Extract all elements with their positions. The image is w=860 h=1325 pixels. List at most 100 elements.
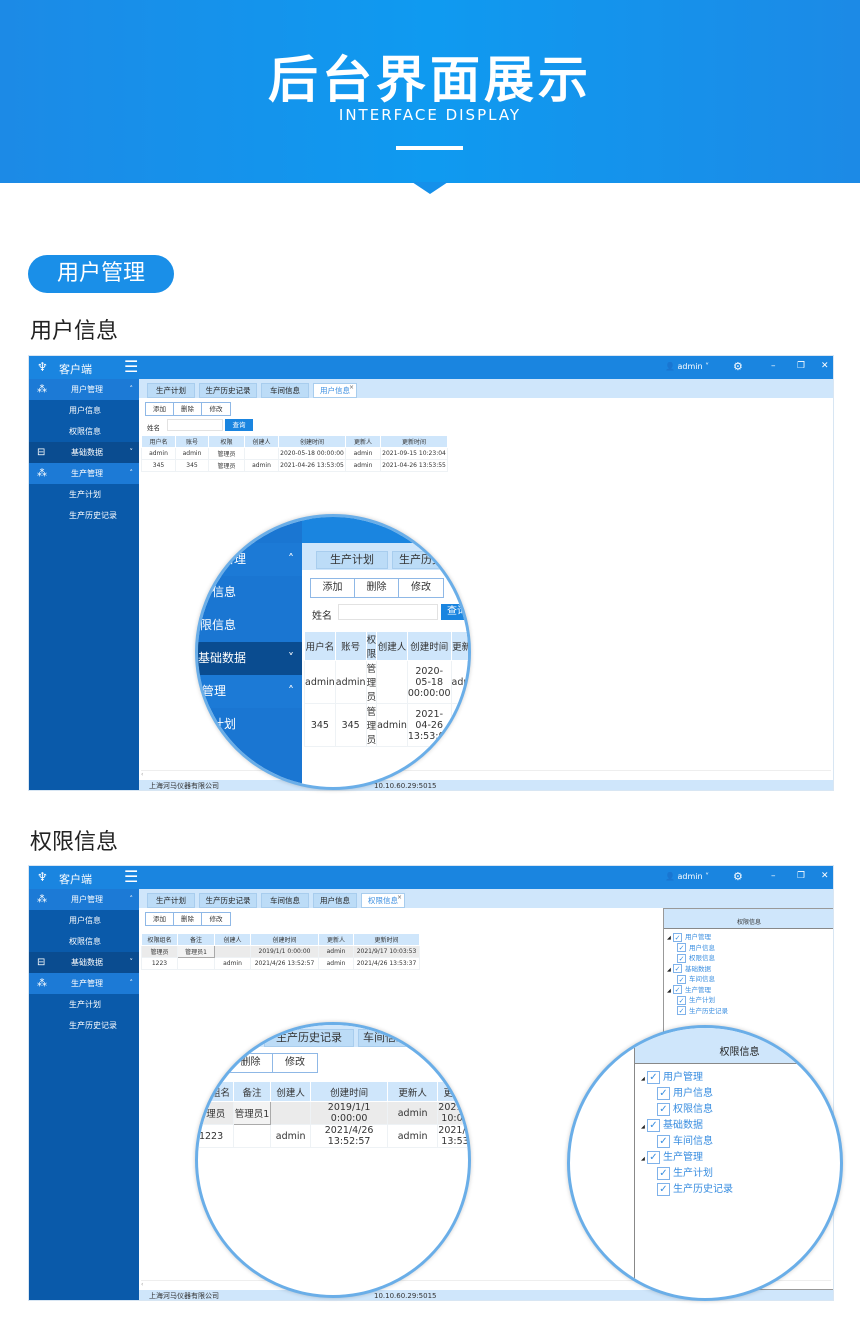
checkbox-checked-icon[interactable]: ✓: [647, 1150, 660, 1164]
column-header[interactable]: 创建时间: [278, 435, 346, 448]
tree-node[interactable]: ◢ ✓ 基础数据: [641, 1118, 703, 1134]
query-button[interactable]: 查询: [441, 604, 468, 620]
tree-node[interactable]: ◢ ✓ 用户管理: [641, 1070, 703, 1086]
column-header[interactable]: 用户名: [141, 435, 176, 448]
checkbox-checked-icon[interactable]: ✓: [677, 974, 686, 984]
tab[interactable]: 生产计划: [147, 893, 195, 908]
tab[interactable]: 车间信息: [261, 383, 309, 398]
add-button[interactable]: 添加: [311, 579, 355, 597]
tree-node[interactable]: ✓ 用户信息: [657, 1086, 713, 1102]
checkbox-checked-icon[interactable]: ✓: [647, 1118, 660, 1132]
zoomed-sidebar-item[interactable]: 用户管理 ˄: [198, 543, 302, 576]
sidebar-item[interactable]: 权限信息: [29, 421, 139, 442]
add-button[interactable]: 添加: [146, 403, 174, 415]
delete-button[interactable]: 删除: [174, 913, 202, 925]
column-header[interactable]: 更新时间: [353, 933, 420, 946]
tab[interactable]: 用户信息: [313, 893, 357, 908]
hamburger-icon[interactable]: ☰: [124, 867, 138, 886]
checkbox-checked-icon[interactable]: ✓: [673, 964, 682, 973]
minimize-icon[interactable]: –: [771, 361, 776, 371]
delete-button[interactable]: 删除: [229, 1054, 273, 1072]
sidebar-item[interactable]: 生产计划: [29, 994, 139, 1015]
query-button[interactable]: 查询: [225, 419, 253, 431]
sidebar-item[interactable]: 用户信息: [29, 400, 139, 421]
column-header[interactable]: 权限: [208, 435, 245, 448]
column-header[interactable]: 备注: [233, 1081, 272, 1102]
gear-icon[interactable]: ⚙: [733, 870, 743, 883]
tree-node[interactable]: ✓ 车间信息: [657, 1134, 713, 1150]
sidebar-item[interactable]: ⁂ 生产管理 ˄: [29, 463, 139, 484]
tree-node[interactable]: ✓ 车间信息: [677, 974, 715, 984]
checkbox-checked-icon[interactable]: ✓: [657, 1102, 670, 1116]
column-header[interactable]: 更新时间: [437, 1081, 468, 1102]
column-header[interactable]: 创建时间: [406, 631, 452, 661]
column-header[interactable]: 创建时间: [310, 1081, 388, 1102]
tree-node[interactable]: ✓ 生产计划: [657, 1166, 713, 1182]
minimize-icon[interactable]: –: [771, 871, 776, 881]
delete-button[interactable]: 删除: [174, 403, 202, 415]
column-header[interactable]: 权限: [365, 631, 378, 661]
name-input[interactable]: [338, 604, 438, 620]
edit-button[interactable]: 修改: [202, 403, 230, 415]
checkbox-checked-icon[interactable]: ✓: [657, 1182, 670, 1196]
add-button[interactable]: 添加: [146, 913, 174, 925]
zoomed-sidebar-item[interactable]: 基础数据 ˅: [198, 642, 302, 675]
zoomed-sidebar-item[interactable]: 生产管理 ˄: [198, 675, 302, 708]
checkbox-checked-icon[interactable]: ✓: [677, 953, 686, 963]
table-row[interactable]: adminadmin管理员2020-05-18 00:00:00admin202…: [141, 447, 448, 460]
column-header[interactable]: 更新人: [450, 631, 468, 661]
checkbox-checked-icon[interactable]: ✓: [657, 1166, 670, 1180]
sidebar-item[interactable]: 权限信息: [29, 931, 139, 952]
table-row[interactable]: 管理员管理员1 2019/1/1 0:00:00admin2021/9/17 10…: [198, 1101, 468, 1125]
column-header[interactable]: 权限组名: [198, 1081, 235, 1102]
close-icon[interactable]: ✕: [821, 871, 829, 881]
sidebar-item[interactable]: 生产计划: [29, 484, 139, 505]
tree-node[interactable]: ◢ ✓ 生产管理: [667, 985, 711, 995]
table-cell[interactable]: 管理员1: [177, 945, 215, 958]
sidebar-item[interactable]: ⊟ 基础数据 ˅: [29, 952, 139, 973]
sidebar-item[interactable]: 用户信息: [29, 910, 139, 931]
column-header[interactable]: 创建人: [376, 631, 408, 661]
table-row[interactable]: 管理员管理员1 2019/1/1 0:00:00admin2021/9/17 10…: [141, 945, 420, 958]
zoomed-tab[interactable]: 生产计划: [316, 551, 388, 569]
sidebar-item[interactable]: ⁂ 用户管理 ˄: [29, 379, 139, 400]
tree-node[interactable]: ✓ 权限信息: [677, 953, 715, 963]
column-header[interactable]: 账号: [175, 435, 209, 448]
tree-node[interactable]: ✓ 生产历史记录: [657, 1182, 733, 1198]
sidebar-item[interactable]: ⊟ 基础数据 ˅: [29, 442, 139, 463]
column-header[interactable]: 创建人: [214, 933, 251, 946]
tab[interactable]: 生产计划: [147, 383, 195, 398]
close-tab-icon[interactable]: ×: [397, 891, 402, 904]
tab[interactable]: 权限信息 ×: [361, 893, 405, 908]
column-header[interactable]: 创建人: [270, 1081, 312, 1102]
tree-node[interactable]: ✓ 生产计划: [677, 995, 715, 1005]
sidebar-item[interactable]: ⁂ 生产管理 ˄: [29, 973, 139, 994]
column-header[interactable]: 更新时间: [380, 435, 448, 448]
tree-node[interactable]: ✓ 权限信息: [657, 1102, 713, 1118]
tab[interactable]: 车间信息: [261, 893, 309, 908]
edit-button[interactable]: 修改: [399, 579, 443, 597]
edit-button[interactable]: 修改: [273, 1054, 317, 1072]
column-header[interactable]: 更新人: [345, 435, 381, 448]
checkbox-checked-icon[interactable]: ✓: [677, 995, 686, 1005]
table-cell[interactable]: 管理员1: [233, 1101, 272, 1125]
sidebar-item[interactable]: 生产历史记录: [29, 1015, 139, 1036]
user-menu[interactable]: 👤 admin ˅: [665, 872, 709, 881]
checkbox-checked-icon[interactable]: ✓: [647, 1070, 660, 1084]
sidebar-item[interactable]: 生产历史记录: [29, 505, 139, 526]
name-input[interactable]: [167, 419, 223, 431]
sidebar-item[interactable]: ⁂ 用户管理 ˄: [29, 889, 139, 910]
tab[interactable]: 用户信息 ×: [313, 383, 357, 398]
zoomed-tab[interactable]: 车间信息: [358, 1029, 418, 1047]
checkbox-checked-icon[interactable]: ✓: [657, 1134, 670, 1148]
checkbox-checked-icon[interactable]: ✓: [673, 985, 682, 994]
table-row[interactable]: 1223admin2021/4/26 13:52:57admin2021/4/2…: [198, 1124, 468, 1148]
checkbox-checked-icon[interactable]: ✓: [677, 1006, 686, 1015]
column-header[interactable]: 更新人: [386, 1081, 439, 1102]
user-menu[interactable]: 👤 admin ˅: [665, 362, 709, 371]
zoomed-tab[interactable]: 生产历史记录: [392, 551, 468, 569]
table-row[interactable]: 345345管理员admin2021-04-26 13:53:05admin20…: [141, 459, 448, 472]
checkbox-checked-icon[interactable]: ✓: [657, 1086, 670, 1100]
tree-node[interactable]: ◢ ✓ 基础数据: [667, 964, 711, 974]
gear-icon[interactable]: ⚙: [733, 360, 743, 373]
